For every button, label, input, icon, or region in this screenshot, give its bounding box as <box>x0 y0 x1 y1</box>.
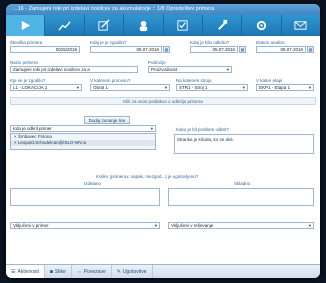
analysis-label: Datum analize <box>256 40 285 45</box>
occurred-label: Kdaj je je zgodilo? <box>90 40 127 45</box>
note-icon: ✎ <box>116 269 121 275</box>
case-name-label: Naziv primera <box>10 60 38 65</box>
case-number-label: Številka primera <box>10 40 43 45</box>
app-window: ...16 - Zamujeni roki pri izdelavi nosil… <box>6 4 320 278</box>
tab-activities[interactable]: ☰ Aktivnosti <box>6 265 45 278</box>
link-icon: ⇔ <box>76 269 82 275</box>
produced-sublabel: Izdelano <box>84 181 102 186</box>
edit-button[interactable] <box>85 15 125 36</box>
included-in-solving-select[interactable]: Vključeni v reševanje <box>168 222 314 229</box>
compliant-count-field[interactable] <box>168 188 314 206</box>
list-item[interactable]: × Leopold.Schodelcan@ISLO-WV.si <box>11 140 155 146</box>
compliant-sublabel: Skladno <box>234 181 251 186</box>
area-select[interactable]: Proizvodnost <box>148 66 232 73</box>
checklist-button[interactable] <box>164 15 203 36</box>
chart-button[interactable] <box>45 15 85 36</box>
location-label: Kje se je zgodilo? <box>10 78 46 83</box>
calendar-icon[interactable]: ▦ <box>239 46 246 53</box>
tools-button[interactable] <box>203 15 243 36</box>
add-external-person-button[interactable]: Dodaj zunanje lice <box>84 116 130 124</box>
window-title: ...16 - Zamujeni roki pri izdelavi nosil… <box>13 6 215 12</box>
chart-icon <box>58 21 71 31</box>
case-name-field[interactable]: Zamujeni roki pri izdelavi nosilcev za a <box>10 66 138 73</box>
calendar-icon[interactable]: ▦ <box>307 46 314 53</box>
mail-button[interactable] <box>282 15 320 36</box>
stage-label: V kateri etapi <box>256 78 283 83</box>
discovered-by-select[interactable]: Kdo je odkril primer <box>10 125 156 132</box>
checklist-icon <box>177 20 188 31</box>
camera-icon: ◙ <box>49 269 53 275</box>
play-button[interactable] <box>6 15 46 36</box>
tab-images[interactable]: ◙ Slike <box>45 265 72 278</box>
occurred-date-field[interactable]: 06.07.2016 <box>90 46 162 53</box>
machine-select[interactable]: STR1 - Stroj 1 <box>176 84 248 91</box>
produced-count-field[interactable] <box>10 188 160 206</box>
case-number-field[interactable]: 0015/2016 <box>10 46 80 53</box>
gear-button[interactable] <box>242 15 282 36</box>
mail-icon <box>294 21 307 30</box>
gear-icon <box>256 20 267 31</box>
calendar-icon[interactable]: ▦ <box>163 46 170 53</box>
discovered-label: Kdaj je bilo odkrito? <box>190 40 230 45</box>
discovered-by-list: × Šmbavec Polona × Leopold.Schodelcan@IS… <box>10 133 156 150</box>
tab-findings[interactable]: ✎ Ugotovitve <box>112 265 153 278</box>
bottom-tabs: ☰ Aktivnosti ◙ Slike ⇔ Povezave ✎ Ugotovitve <box>6 264 320 278</box>
included-in-case-select[interactable]: Vključeni v primer <box>10 222 160 229</box>
machine-label: Na katerem stroju <box>176 78 212 83</box>
form-area: Številka primera 0015/2016 Kdaj je je zg… <box>6 36 320 264</box>
people-icon <box>139 20 148 32</box>
title-bar: ...16 - Zamujeni roki pri izdelavi nosil… <box>6 4 320 15</box>
tab-links[interactable]: ⇔ Povezave <box>72 265 112 278</box>
count-question-label: Koliko (primerov, napak, mezgod...) je u… <box>96 174 199 179</box>
how-discovered-label: Kako je bil problem odkrit? <box>176 127 230 132</box>
how-discovered-textarea[interactable]: Stranka je klicala, ko se deli. <box>174 134 314 154</box>
discovery-input-bar[interactable]: Klik za vnos podatkov o odkritju primera <box>10 97 316 105</box>
analysis-date-field[interactable]: 06.07.2016 <box>256 46 306 53</box>
list-icon: ☰ <box>11 269 16 275</box>
people-button[interactable] <box>124 15 164 36</box>
tools-icon <box>217 19 227 30</box>
toolbar <box>6 15 320 36</box>
play-icon <box>21 20 30 31</box>
discovered-date-field[interactable]: 05.07.2016 <box>190 46 238 53</box>
edit-icon <box>98 19 111 31</box>
process-select[interactable]: Obrat 1 <box>90 84 170 91</box>
area-label: Področje <box>148 60 166 65</box>
location-select[interactable]: L1 - LOKACIJA 1 <box>10 84 82 91</box>
process-label: V katerem procesu? <box>90 78 131 83</box>
stage-select[interactable]: EKP1 - Etapa 1 <box>256 84 314 91</box>
